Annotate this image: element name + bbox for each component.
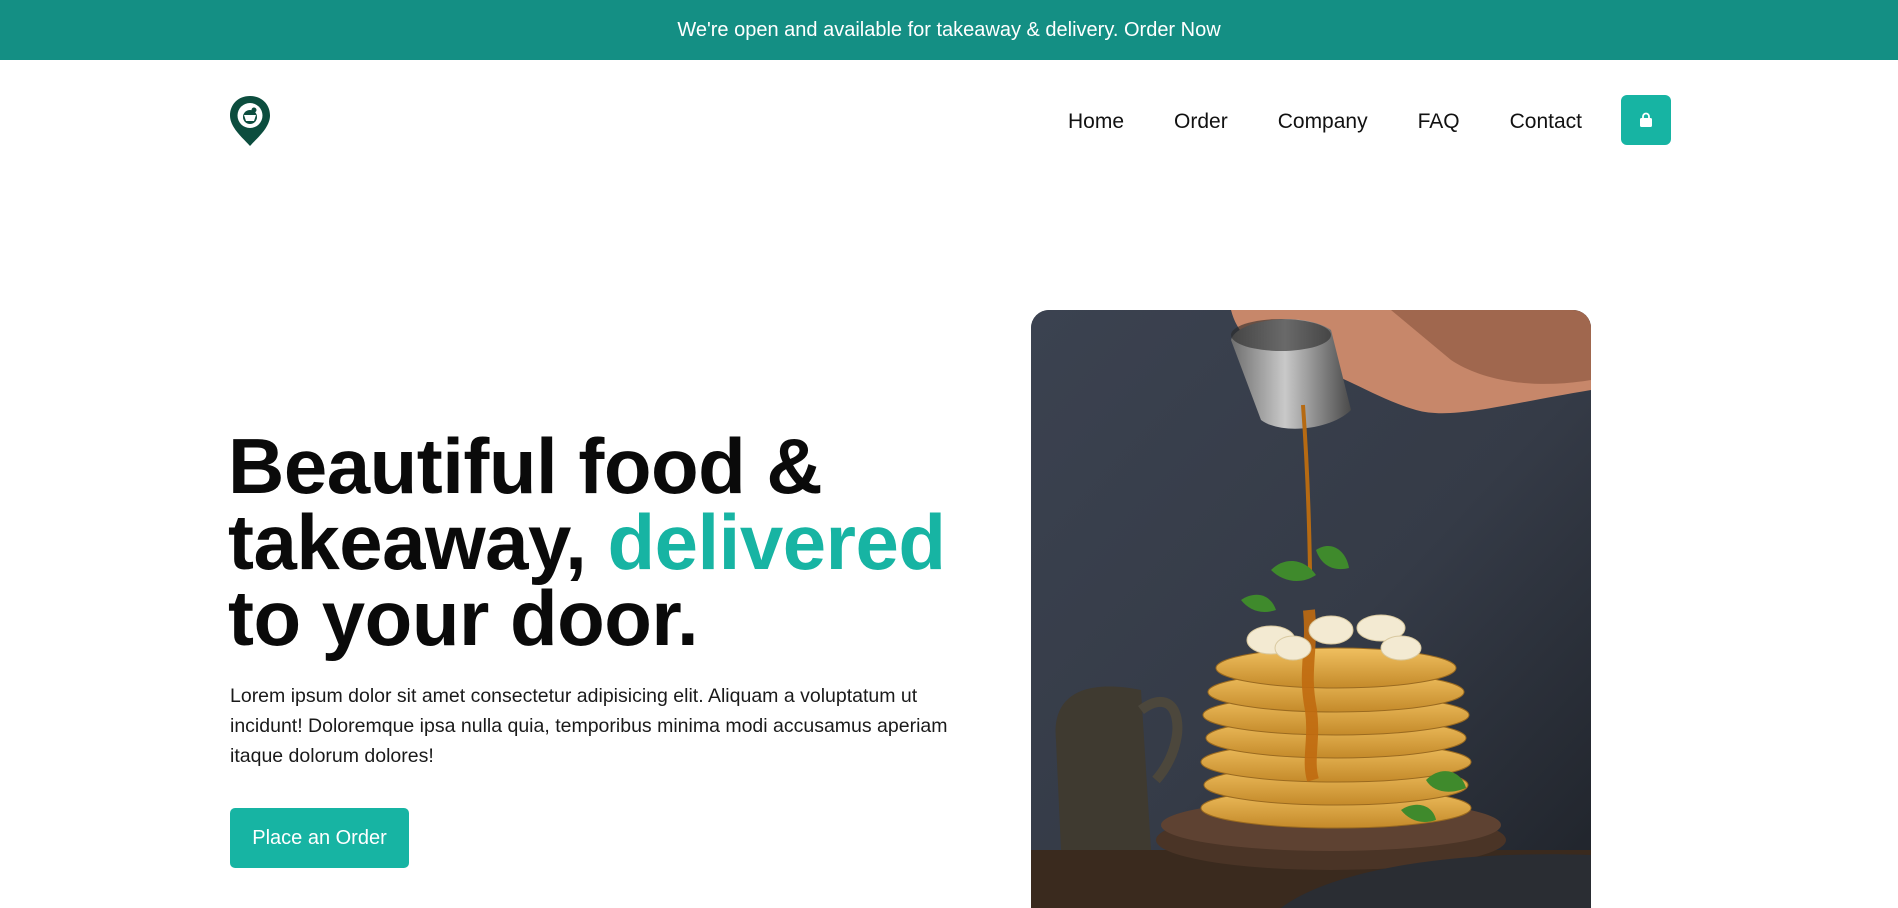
announcement-text[interactable]: We're open and available for takeaway & … <box>677 19 1220 42</box>
hero-title-line2: takeaway, <box>228 498 608 586</box>
hero-title-accent: delivered <box>607 498 946 586</box>
nav-contact[interactable]: Contact <box>1510 110 1582 134</box>
hero-image <box>1031 310 1591 908</box>
main-nav: Home Order Company FAQ Contact <box>1068 110 1582 134</box>
logo-icon[interactable] <box>228 95 272 147</box>
nav-order[interactable]: Order <box>1174 110 1228 134</box>
site-header: Home Order Company FAQ Contact <box>0 60 1898 180</box>
nav-home[interactable]: Home <box>1068 110 1124 134</box>
hero-title-line3: to your door. <box>228 574 699 662</box>
hero-description: Lorem ipsum dolor sit amet consectetur a… <box>230 685 948 767</box>
hero-title-line1: Beautiful food & <box>228 422 823 510</box>
nav-company[interactable]: Company <box>1278 110 1368 134</box>
nav-faq[interactable]: FAQ <box>1418 110 1460 134</box>
shopping-bag-icon <box>1640 112 1652 127</box>
place-order-button[interactable]: Place an Order <box>230 808 409 868</box>
announcement-bar: We're open and available for takeaway & … <box>0 0 1898 60</box>
hero-heading: Beautiful food & takeaway, delivered to … <box>228 427 988 657</box>
cart-button[interactable] <box>1621 95 1671 145</box>
